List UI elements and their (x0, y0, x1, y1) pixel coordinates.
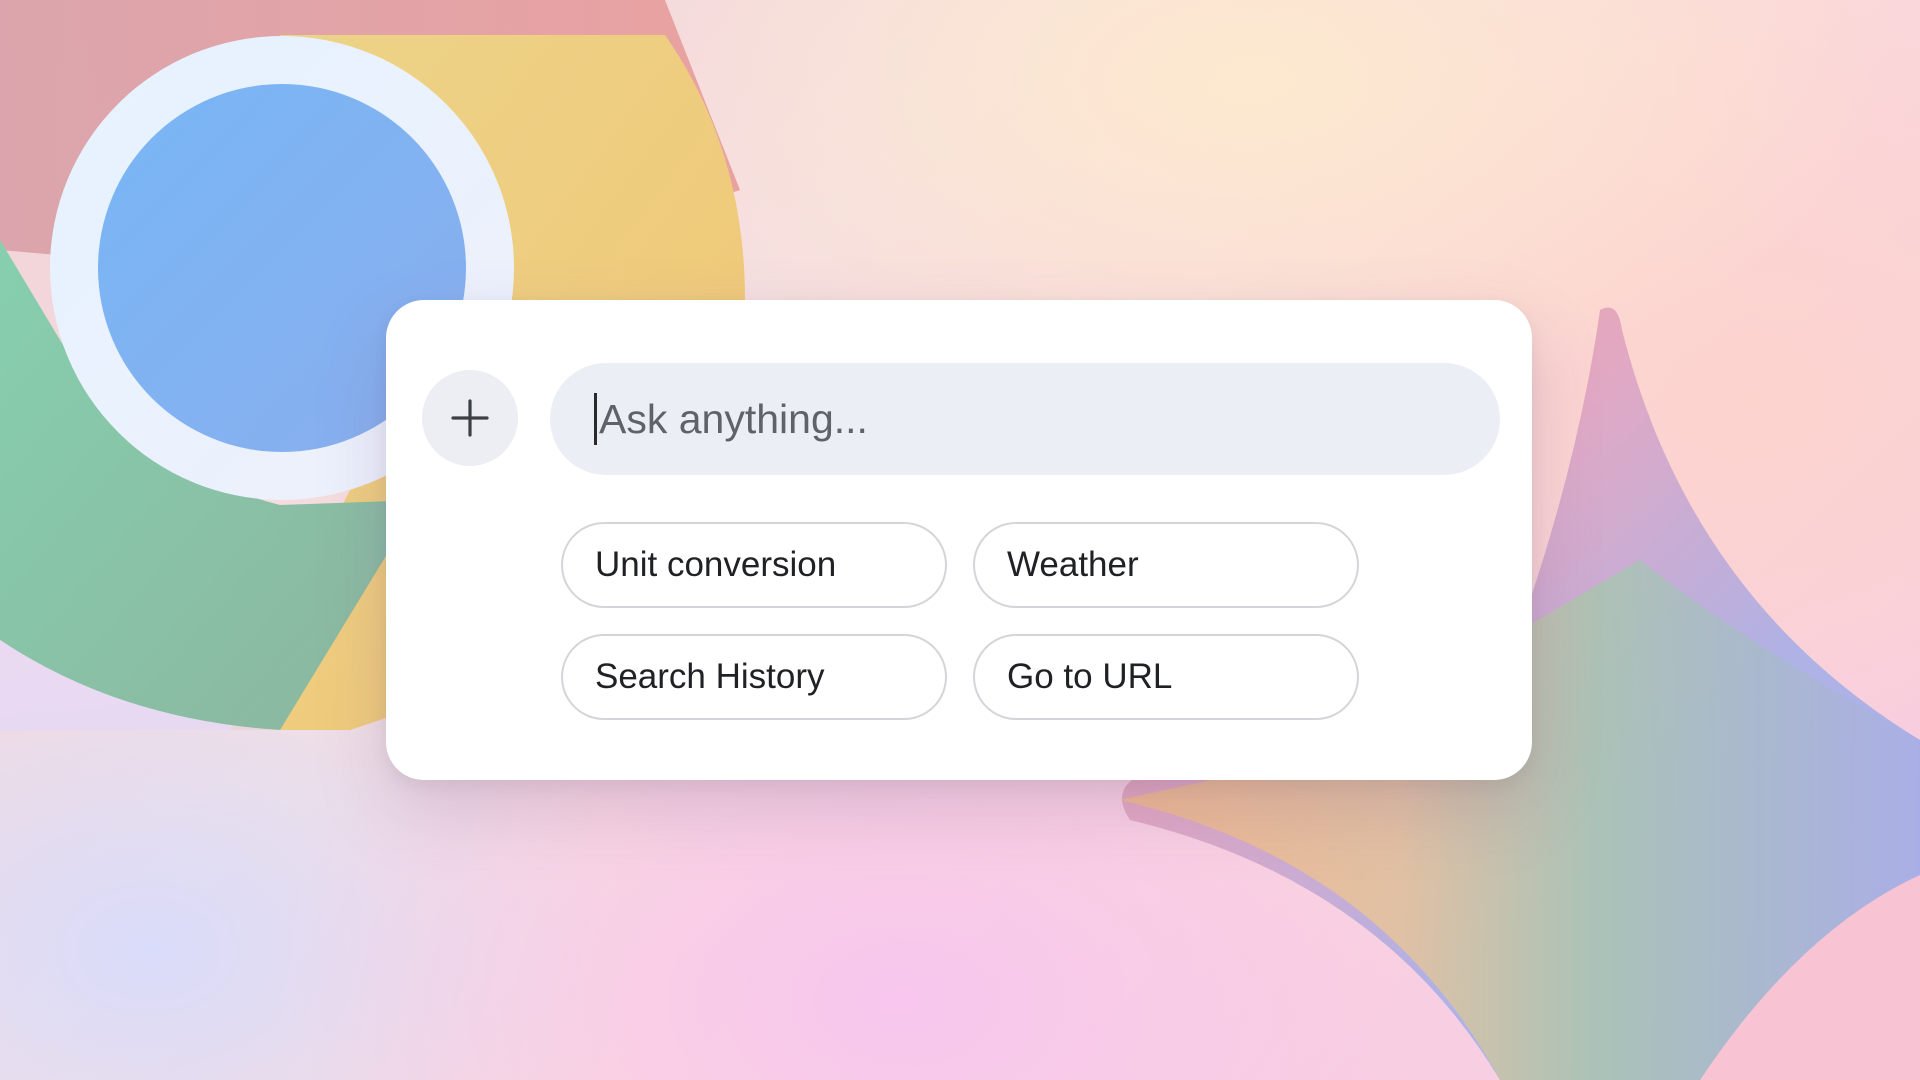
suggestion-chip-label: Weather (1007, 545, 1139, 584)
suggestion-chip-label: Go to URL (1007, 657, 1173, 696)
search-bar[interactable] (550, 363, 1500, 475)
add-button[interactable] (422, 370, 518, 466)
suggestion-chip-unit-conversion[interactable]: Unit conversion (561, 522, 947, 608)
suggestion-chip-label: Search History (595, 657, 825, 696)
wallpaper: Unit conversion Weather Search History G… (0, 0, 1920, 1080)
suggestion-chip-go-to-url[interactable]: Go to URL (973, 634, 1359, 720)
plus-icon (451, 399, 489, 437)
assistant-composer-card: Unit conversion Weather Search History G… (386, 300, 1532, 780)
suggestion-chip-label: Unit conversion (595, 545, 837, 584)
search-input[interactable] (599, 395, 1459, 443)
suggestion-chip-search-history[interactable]: Search History (561, 634, 947, 720)
text-caret (594, 393, 597, 445)
suggestion-chip-weather[interactable]: Weather (973, 522, 1359, 608)
